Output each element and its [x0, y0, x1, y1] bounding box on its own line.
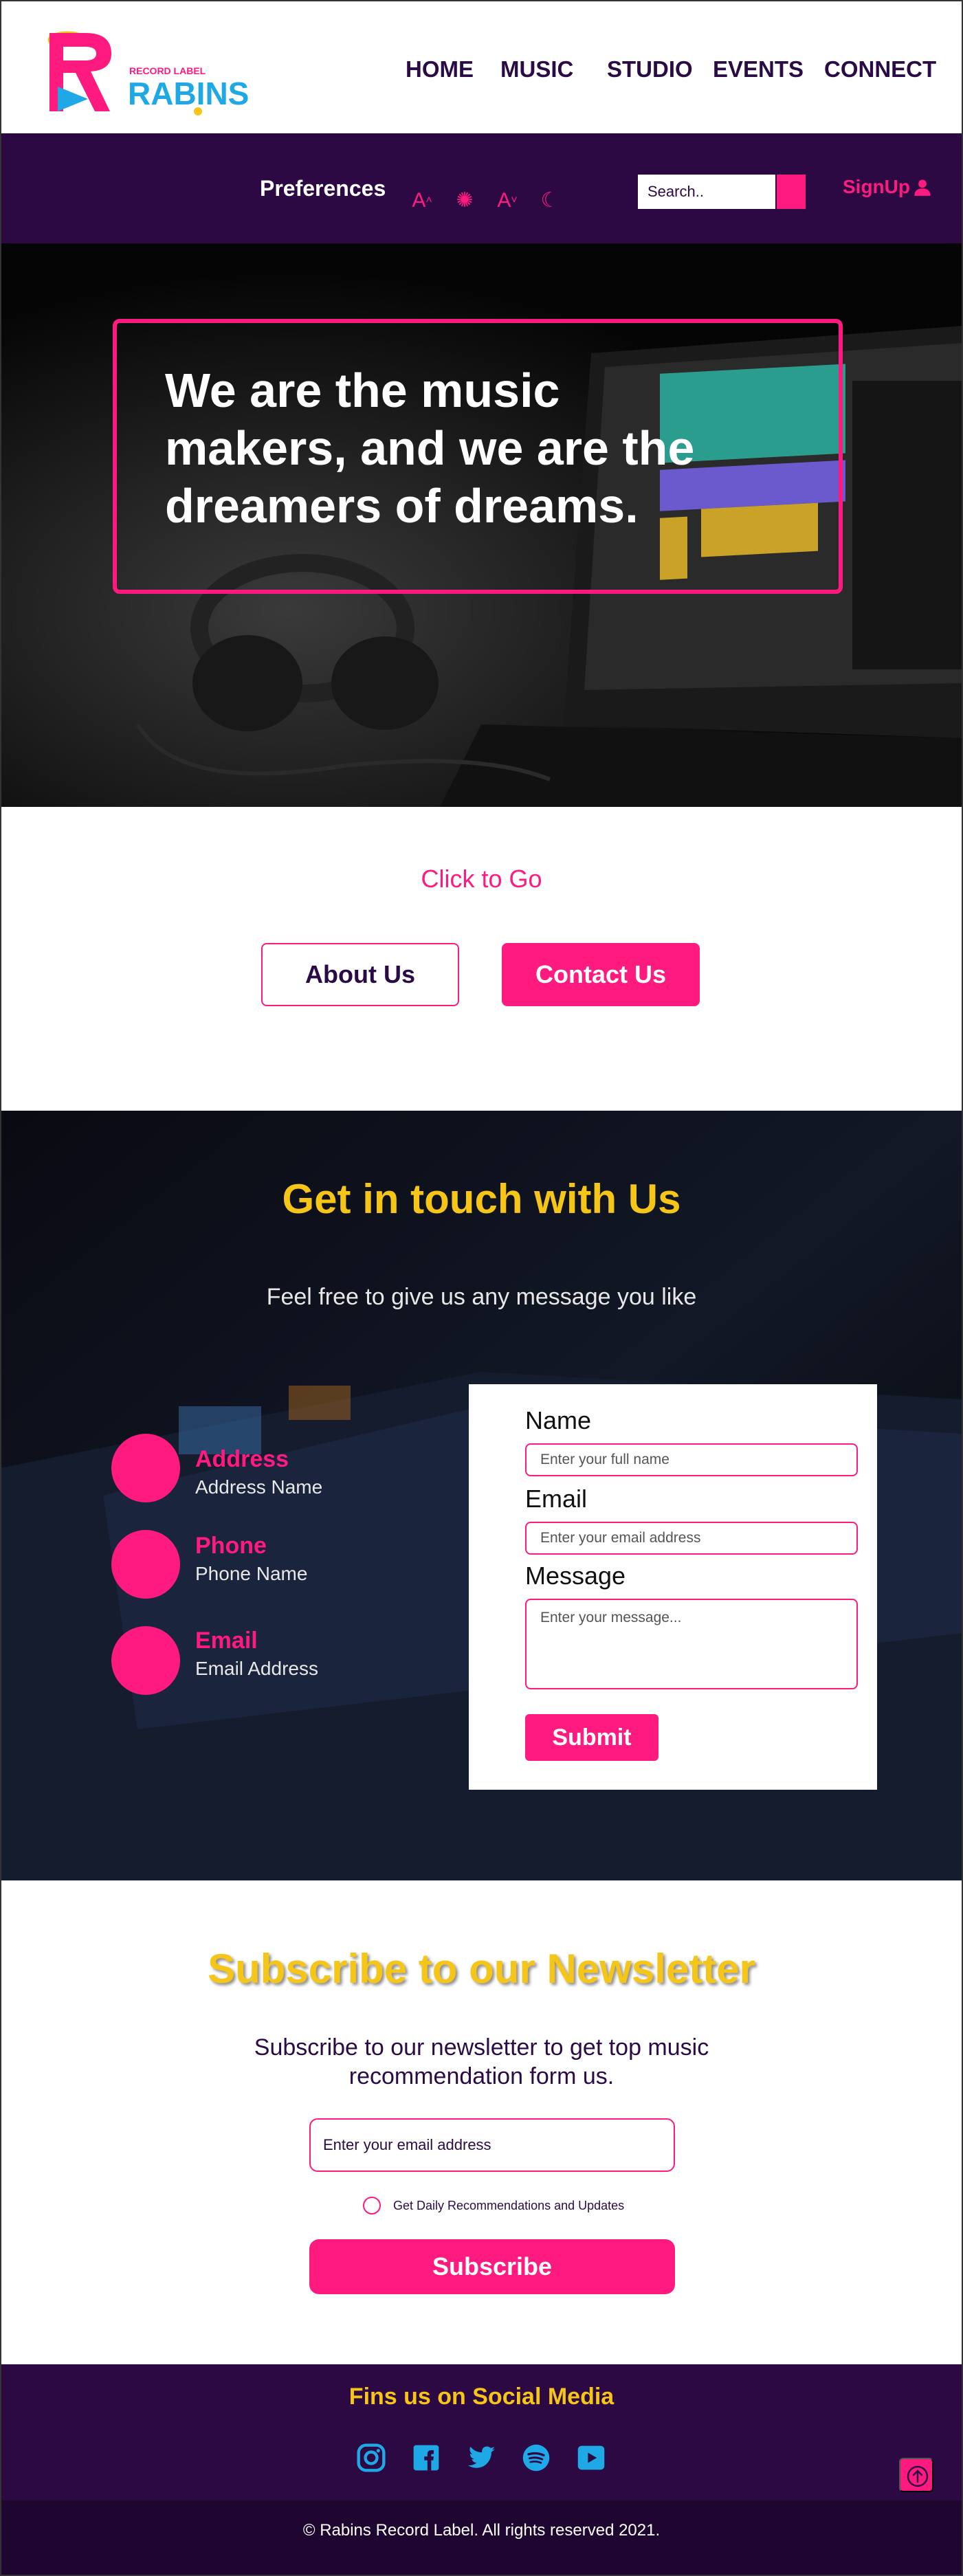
dark-mode-icon[interactable]: ☾ — [538, 188, 562, 213]
name-field[interactable] — [525, 1443, 858, 1476]
hero-tagline: We are the music makers, and we are the … — [165, 364, 695, 533]
address-title: Address — [195, 1446, 289, 1472]
address-value: Address Name — [195, 1476, 323, 1498]
youtube-icon[interactable] — [576, 2443, 606, 2473]
copyright-text: © Rabins Record Label. All rights reserv… — [302, 2521, 661, 2540]
subscribe-button[interactable]: Subscribe — [309, 2239, 675, 2294]
daily-recommendations-label: Get Daily Recommendations and Updates — [393, 2199, 625, 2212]
phone-title: Phone — [195, 1533, 267, 1559]
site-header: RECORD LABEL RABINS — [0, 0, 963, 133]
email-field[interactable] — [525, 1522, 858, 1555]
nav-studio[interactable]: STUDIO — [607, 56, 693, 82]
address-icon — [111, 1434, 180, 1502]
brightness-icon[interactable]: ✺ — [452, 188, 477, 213]
twitter-icon[interactable] — [466, 2443, 496, 2473]
spotify-icon[interactable] — [521, 2443, 551, 2473]
newsletter-title: Subscribe to our Newsletter — [208, 1946, 755, 1992]
click-to-go-section — [0, 807, 963, 1111]
contact-us-button[interactable]: Contact Us — [502, 943, 700, 1006]
phone-value: Phone Name — [195, 1563, 308, 1584]
preferences-bar — [0, 133, 963, 243]
facebook-icon[interactable] — [411, 2443, 441, 2473]
logo-name: RABINS — [128, 76, 249, 111]
daily-recommendations-checkbox[interactable] — [363, 2197, 381, 2214]
nav-connect[interactable]: CONNECT — [824, 56, 936, 82]
newsletter-email-input[interactable] — [309, 2118, 675, 2172]
email-value: Email Address — [195, 1658, 318, 1679]
signup-label: SignUp — [843, 176, 910, 197]
name-label: Name — [525, 1406, 592, 1434]
preferences-label: Preferences — [260, 176, 386, 201]
newsletter-subtitle: Subscribe to our newsletter to get top m… — [254, 2034, 709, 2089]
search-input[interactable] — [638, 175, 775, 209]
search-button[interactable] — [777, 175, 806, 209]
phone-icon — [111, 1530, 180, 1599]
email-label: Email — [525, 1485, 588, 1513]
rabins-logo[interactable]: RECORD LABEL RABINS — [43, 27, 249, 117]
email-icon — [111, 1626, 180, 1695]
nav-home[interactable]: HOME — [406, 56, 474, 82]
social-title: Fins us on Social Media — [348, 2384, 615, 2410]
submit-button[interactable]: Submit — [525, 1714, 658, 1761]
back-to-top-button[interactable] — [899, 2458, 933, 2492]
about-us-button[interactable]: About Us — [261, 943, 459, 1006]
font-increase-icon[interactable]: A˄ — [410, 188, 434, 213]
click-to-go-label: Click to Go — [421, 865, 542, 893]
message-field[interactable] — [525, 1599, 858, 1689]
instagram-icon[interactable] — [356, 2443, 386, 2473]
nav-events[interactable]: EVENTS — [713, 56, 804, 82]
user-icon — [914, 179, 931, 196]
contact-subtitle: Feel free to give us any message you lik… — [266, 1284, 697, 1310]
arrow-up-icon — [907, 2465, 929, 2487]
font-decrease-icon[interactable]: A˅ — [495, 188, 520, 213]
message-label: Message — [525, 1562, 626, 1590]
signup-link[interactable]: SignUp — [843, 176, 932, 198]
logo-subtitle: RECORD LABEL — [129, 65, 206, 76]
nav-music[interactable]: MUSIC — [500, 56, 573, 82]
email-title: Email — [195, 1628, 258, 1654]
contact-title: Get in touch with Us — [282, 1176, 681, 1222]
